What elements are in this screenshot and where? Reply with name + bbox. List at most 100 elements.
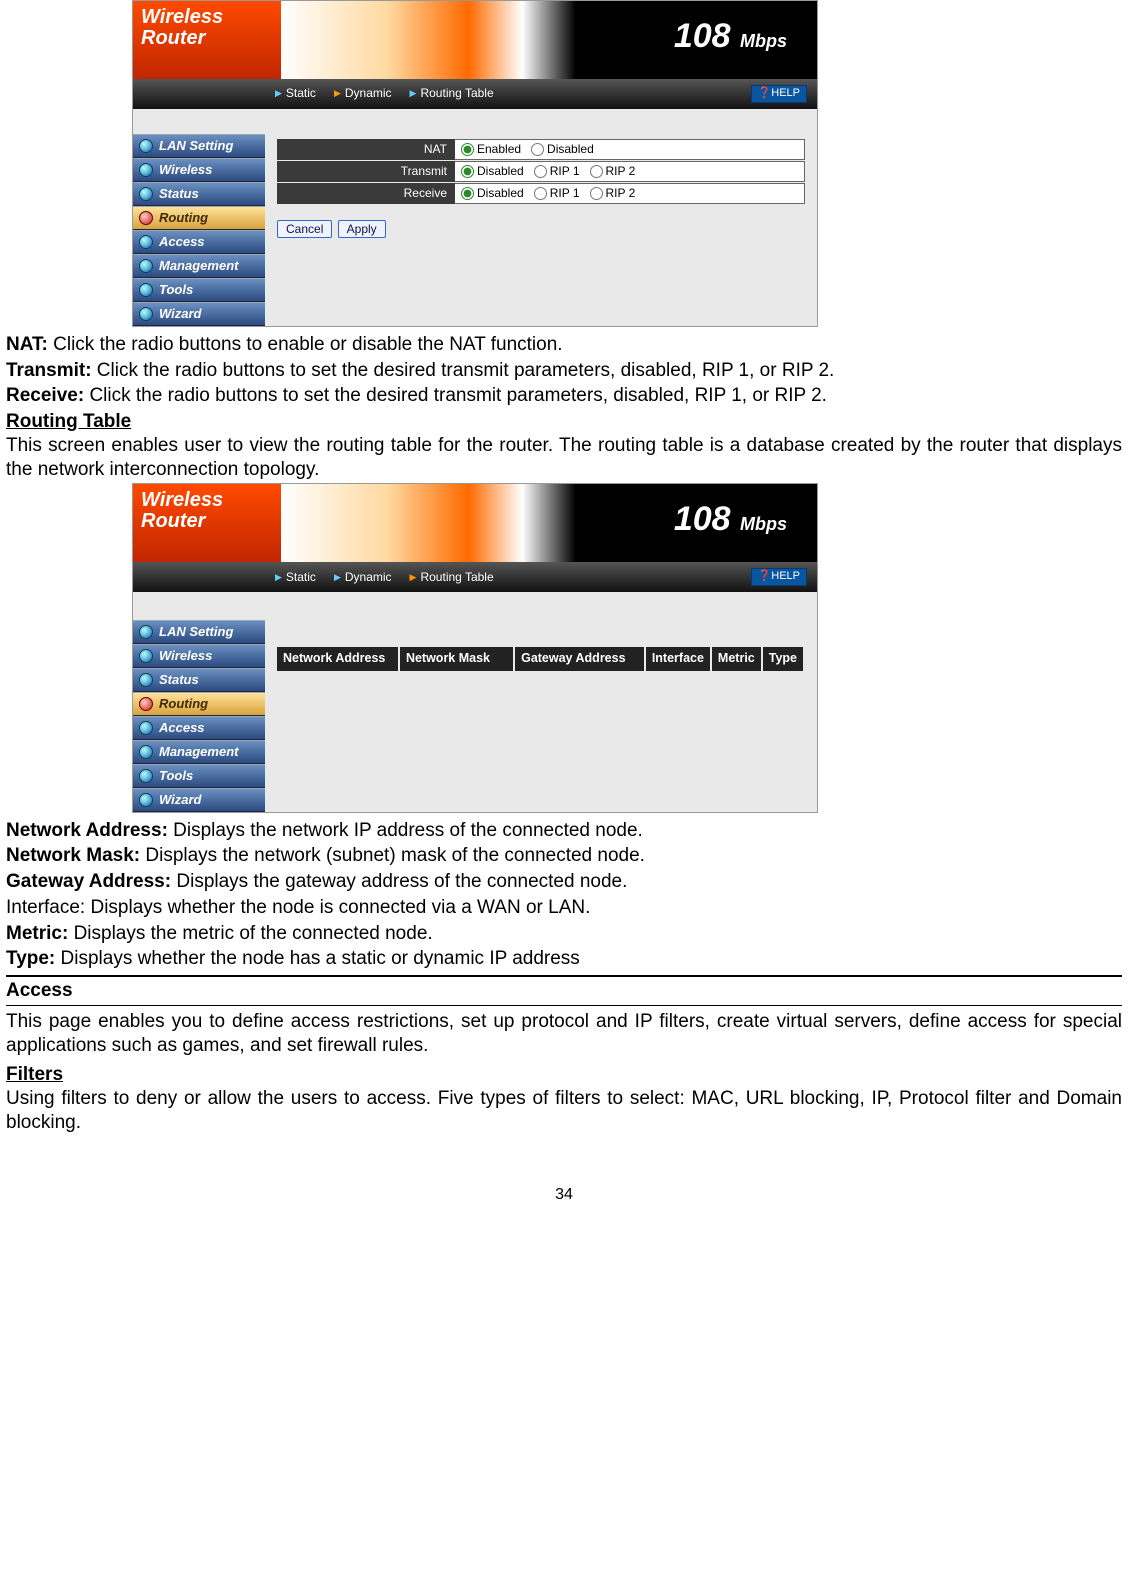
speed-unit: Mbps (740, 31, 787, 51)
routing-table-para: This screen enables user to view the rou… (6, 434, 1122, 482)
network-address-desc: Network Address: Displays the network IP… (6, 819, 1122, 843)
cancel-button[interactable]: Cancel (277, 220, 332, 238)
rx-rip2-radio[interactable] (590, 187, 603, 200)
filters-heading: Filters (6, 1063, 1122, 1087)
receive-desc: Receive: Click the radio buttons to set … (6, 384, 1122, 408)
logo-line1: Wireless (141, 490, 273, 511)
router-screenshot-dynamic: Wireless Router 108 Mbps Static Dynamic … (132, 0, 818, 327)
bullet-icon (139, 697, 153, 711)
bullet-icon (139, 769, 153, 783)
col-gateway-address: Gateway Address (515, 647, 646, 671)
transmit-desc: Transmit: Click the radio buttons to set… (6, 359, 1122, 383)
rx-rip2-option[interactable]: RIP 2 (590, 186, 636, 201)
rx-disabled-radio[interactable] (461, 187, 474, 200)
speed-unit: Mbps (740, 514, 787, 534)
rx-disabled-option[interactable]: Disabled (461, 186, 524, 201)
sidebar-item-status[interactable]: Status (133, 182, 265, 206)
bullet-icon (139, 625, 153, 639)
sidebar-item-lan[interactable]: LAN Setting (133, 134, 265, 158)
filters-para: Using filters to deny or allow the users… (6, 1087, 1122, 1135)
tab-dynamic[interactable]: Dynamic (334, 570, 392, 585)
sidebar-item-access[interactable]: Access (133, 716, 265, 740)
rx-rip1-radio[interactable] (534, 187, 547, 200)
receive-options: Disabled RIP 1 RIP 2 (455, 183, 805, 204)
tx-rip2-option[interactable]: RIP 2 (590, 164, 636, 179)
help-button[interactable]: ❓HELP (751, 85, 807, 103)
col-interface: Interface (646, 647, 712, 671)
tx-disabled-option[interactable]: Disabled (461, 164, 524, 179)
sidebar-item-tools[interactable]: Tools (133, 278, 265, 302)
tab-dynamic[interactable]: Dynamic (334, 86, 392, 101)
banner-speed: 108 Mbps (674, 498, 787, 541)
router-logo: Wireless Router (133, 484, 281, 562)
bullet-icon (139, 307, 153, 321)
sidebar: LAN Setting Wireless Status Routing Acce… (133, 620, 265, 812)
config-panel: NAT Enabled Disabled Transmit Disabled R… (265, 109, 817, 309)
sidebar-item-wizard[interactable]: Wizard (133, 788, 265, 812)
access-heading: Access (6, 979, 1122, 1003)
bullet-icon (139, 649, 153, 663)
sidebar-item-access[interactable]: Access (133, 230, 265, 254)
col-network-mask: Network Mask (400, 647, 515, 671)
nat-desc: NAT: Click the radio buttons to enable o… (6, 333, 1122, 357)
type-desc: Type: Displays whether the node has a st… (6, 947, 1122, 971)
banner: 108 Mbps (281, 484, 817, 562)
interface-desc: Interface: Displays whether the node is … (6, 896, 1122, 920)
nat-enabled-option[interactable]: Enabled (461, 142, 521, 157)
col-network-address: Network Address (277, 647, 400, 671)
bullet-icon (139, 235, 153, 249)
sidebar-item-wireless[interactable]: Wireless (133, 158, 265, 182)
rx-rip1-option[interactable]: RIP 1 (534, 186, 580, 201)
routing-table-panel: Network Address Network Mask Gateway Add… (265, 592, 817, 795)
nat-disabled-option[interactable]: Disabled (531, 142, 594, 157)
logo-line2: Router (141, 28, 273, 49)
tab-routing-table[interactable]: Routing Table (410, 570, 494, 585)
nat-disabled-radio[interactable] (531, 143, 544, 156)
speed-number: 108 (674, 17, 731, 55)
help-button[interactable]: ❓HELP (751, 568, 807, 586)
page-number: 34 (6, 1185, 1122, 1205)
tx-rip1-option[interactable]: RIP 1 (534, 164, 580, 179)
tab-bar: Static Dynamic Routing Table ❓HELP (133, 79, 817, 109)
banner-speed: 108 Mbps (674, 15, 787, 58)
divider (6, 1005, 1122, 1006)
tx-rip2-radio[interactable] (590, 165, 603, 178)
sidebar-item-routing[interactable]: Routing (133, 692, 265, 716)
metric-desc: Metric: Displays the metric of the conne… (6, 922, 1122, 946)
sidebar-item-management[interactable]: Management (133, 254, 265, 278)
bullet-icon (139, 793, 153, 807)
bullet-icon (139, 139, 153, 153)
tab-bar: Static Dynamic Routing Table ❓HELP (133, 562, 817, 592)
col-type: Type (763, 647, 805, 671)
bullet-icon (139, 721, 153, 735)
col-metric: Metric (712, 647, 763, 671)
bullet-icon (139, 259, 153, 273)
sidebar: LAN Setting Wireless Status Routing Acce… (133, 134, 265, 326)
apply-button[interactable]: Apply (338, 220, 386, 238)
bullet-icon (139, 283, 153, 297)
sidebar-item-status[interactable]: Status (133, 668, 265, 692)
bullet-icon (139, 745, 153, 759)
sidebar-item-lan[interactable]: LAN Setting (133, 620, 265, 644)
tab-static[interactable]: Static (275, 86, 316, 101)
tx-rip1-radio[interactable] (534, 165, 547, 178)
sidebar-item-wizard[interactable]: Wizard (133, 302, 265, 326)
tab-routing-table[interactable]: Routing Table (410, 86, 494, 101)
routing-table-heading: Routing Table (6, 410, 1122, 434)
nat-label: NAT (277, 139, 455, 160)
transmit-label: Transmit (277, 161, 455, 182)
bullet-icon (139, 187, 153, 201)
sidebar-item-management[interactable]: Management (133, 740, 265, 764)
nat-enabled-radio[interactable] (461, 143, 474, 156)
router-logo: Wireless Router (133, 1, 281, 79)
tab-static[interactable]: Static (275, 570, 316, 585)
sidebar-item-routing[interactable]: Routing (133, 206, 265, 230)
tx-disabled-radio[interactable] (461, 165, 474, 178)
access-para: This page enables you to define access r… (6, 1010, 1122, 1058)
sidebar-item-tools[interactable]: Tools (133, 764, 265, 788)
sidebar-item-wireless[interactable]: Wireless (133, 644, 265, 668)
divider (6, 975, 1122, 977)
speed-number: 108 (674, 500, 731, 538)
bullet-icon (139, 163, 153, 177)
bullet-icon (139, 211, 153, 225)
